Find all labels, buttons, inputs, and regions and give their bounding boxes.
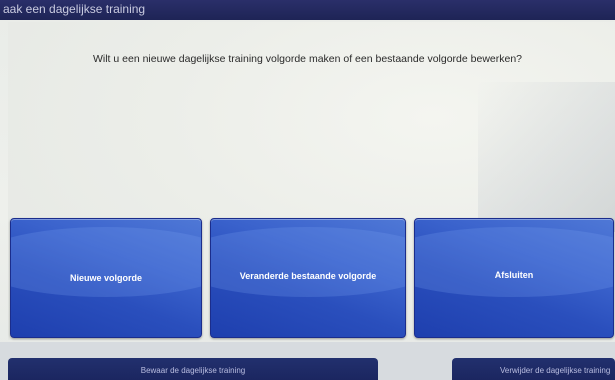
app-screen: aak een dagelijkse training Wilt u een n… xyxy=(0,0,615,380)
save-training-label: Bewaar de dagelijkse training xyxy=(140,366,246,375)
window-title: aak een dagelijkse training xyxy=(3,2,146,16)
delete-training-button[interactable]: Verwijder de dagelijkse training xyxy=(452,358,615,380)
close-label: Afsluiten xyxy=(494,270,534,280)
edit-existing-sequence-button[interactable]: Veranderde bestaande volgorde xyxy=(210,218,406,338)
screen-glare xyxy=(478,82,615,232)
delete-training-label: Verwijder de dagelijkse training xyxy=(500,366,611,375)
edit-existing-sequence-label: Veranderde bestaande volgorde xyxy=(239,271,377,281)
new-sequence-label: Nieuwe volgorde xyxy=(69,273,142,283)
title-bar: aak een dagelijkse training xyxy=(0,0,615,20)
new-sequence-button[interactable]: Nieuwe volgorde xyxy=(10,218,202,338)
dialog-question: Wilt u een nieuwe dagelijkse training vo… xyxy=(92,53,523,65)
close-button[interactable]: Afsluiten xyxy=(414,218,614,338)
save-training-button[interactable]: Bewaar de dagelijkse training xyxy=(8,358,378,380)
